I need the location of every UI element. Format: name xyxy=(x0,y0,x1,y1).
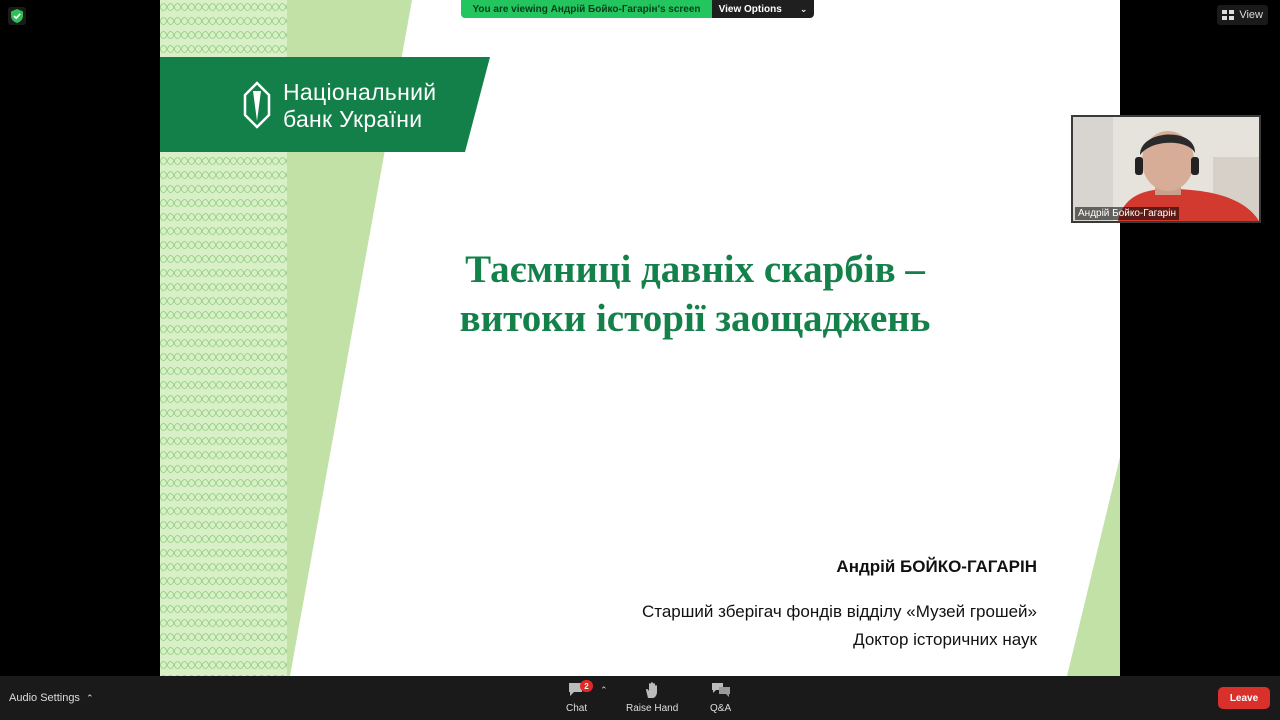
participant-name: Андрій Бойко-Гагарін xyxy=(1075,207,1179,220)
view-label: View xyxy=(1239,9,1263,21)
logo-text: Національний банк України xyxy=(283,79,436,133)
chat-options-chevron-up-icon[interactable]: ⌃ xyxy=(600,685,608,696)
audio-settings-label: Audio Settings xyxy=(9,692,80,704)
title-line-2: витоки історії заощаджень xyxy=(459,297,931,340)
leave-button[interactable]: Leave xyxy=(1218,687,1270,709)
raise-hand-button[interactable]: Raise Hand xyxy=(626,681,678,714)
title-line-1: Таємниці давніх скарбів – xyxy=(465,248,925,291)
viewing-text: You are viewing Андрій Бойко-Гагарін's s… xyxy=(461,0,712,18)
position-line-1: Старший зберігач фондів відділу «Музей г… xyxy=(641,602,1037,621)
participant-video[interactable]: Андрій Бойко-Гагарін xyxy=(1071,115,1261,223)
chevron-up-icon: ⌃ xyxy=(85,692,94,703)
view-button[interactable]: View xyxy=(1217,5,1268,25)
zoom-window: Національний банк України Таємниці давні… xyxy=(0,0,1280,720)
position-line-2: Доктор історичних наук xyxy=(853,630,1037,649)
shield-icon[interactable] xyxy=(8,7,26,25)
slide-title: Таємниці давніх скарбів – витоки історії… xyxy=(370,245,1020,343)
raise-hand-label: Raise Hand xyxy=(626,703,679,714)
hand-icon xyxy=(646,682,658,698)
chat-badge: 2 xyxy=(580,680,593,692)
view-options-label: View Options xyxy=(718,3,782,15)
chat-label: Chat xyxy=(566,703,588,714)
chevron-down-icon: ⌄ xyxy=(799,3,808,14)
view-grid-icon xyxy=(1222,10,1235,20)
view-options-button[interactable]: View Options ⌄ xyxy=(712,0,814,18)
author-position: Старший зберігач фондів відділу «Музей г… xyxy=(642,598,1037,654)
meeting-toolbar: Audio Settings ⌃ 2 Chat ⌃ Raise Hand Q&A xyxy=(0,676,1280,720)
logo-line-2: банк України xyxy=(283,106,423,132)
chat-button[interactable]: 2 Chat xyxy=(566,680,593,714)
logo-line-1: Національний xyxy=(283,79,437,105)
nbu-logo-icon xyxy=(243,81,271,129)
qa-button[interactable]: Q&A xyxy=(710,681,731,714)
participant-video-feed xyxy=(1073,117,1259,221)
audio-settings-button[interactable]: Audio Settings ⌃ xyxy=(9,692,93,704)
shared-screen-slide: Національний банк України Таємниці давні… xyxy=(160,0,1120,676)
screen-share-banner: You are viewing Андрій Бойко-Гагарін's s… xyxy=(461,0,814,18)
qa-label: Q&A xyxy=(710,703,732,714)
qa-icon xyxy=(711,683,730,697)
author-name: Андрій БОЙКО-ГАГАРІН xyxy=(836,557,1037,576)
